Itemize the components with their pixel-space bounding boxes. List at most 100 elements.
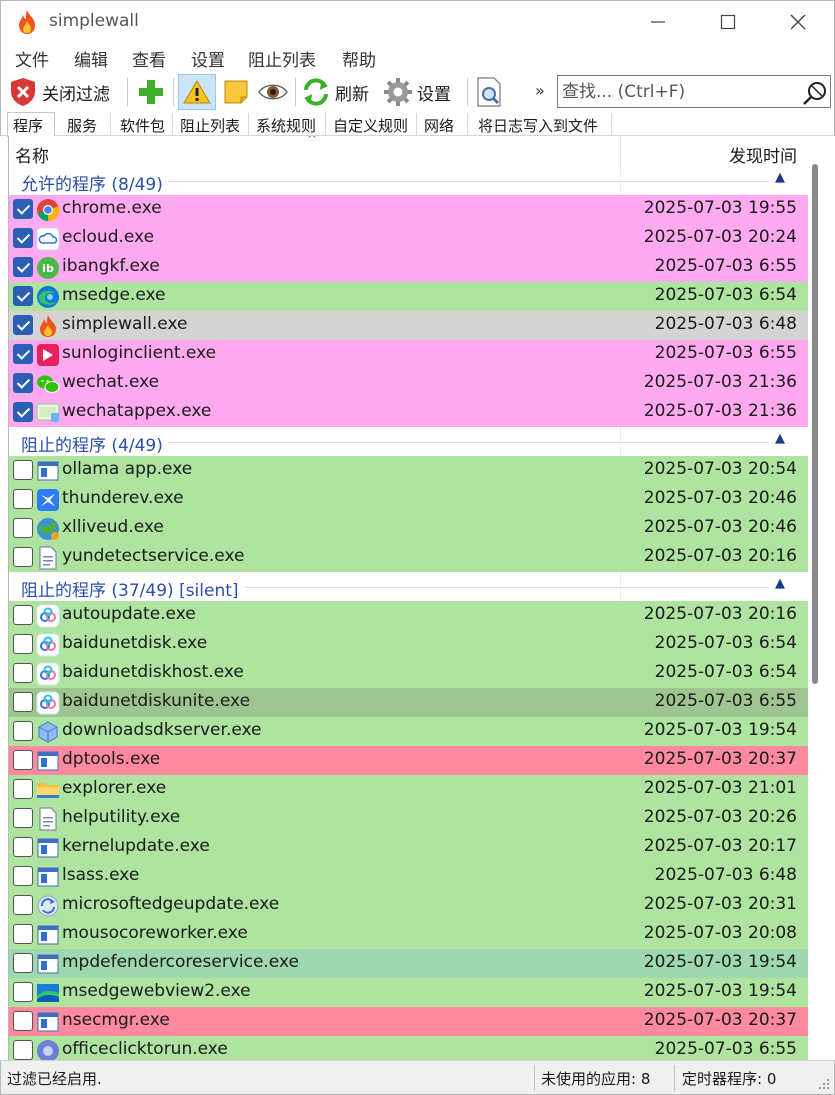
program-checkbox[interactable] bbox=[13, 692, 33, 712]
collapse-chevron-icon[interactable]: ▲ bbox=[775, 170, 785, 185]
program-row[interactable]: sunloginclient.exe 2025-07-03 6:55 bbox=[9, 340, 809, 369]
program-checkbox[interactable] bbox=[13, 547, 33, 567]
program-row[interactable]: chrome.exe 2025-07-03 19:55 bbox=[9, 195, 809, 224]
tab-blocklist[interactable]: 阻止列表 bbox=[174, 113, 249, 136]
program-row[interactable]: ib ibangkf.exe 2025-07-03 6:55 bbox=[9, 253, 809, 282]
program-row[interactable]: explorer.exe 2025-07-03 21:01 bbox=[9, 775, 809, 804]
view-button[interactable] bbox=[255, 74, 291, 110]
program-row[interactable]: baidunetdisk.exe 2025-07-03 6:54 bbox=[9, 630, 809, 659]
menu-settings[interactable]: 设置 bbox=[191, 46, 225, 71]
maximize-button[interactable] bbox=[693, 1, 763, 43]
program-row[interactable]: helputility.exe 2025-07-03 20:26 bbox=[9, 804, 809, 833]
app-window-icon bbox=[37, 954, 59, 974]
program-row[interactable]: simplewall.exe 2025-07-03 6:48 bbox=[9, 311, 809, 340]
group-header[interactable]: 阻止的程序 (37/49) [silent] ▲ bbox=[9, 572, 809, 601]
program-row[interactable]: msedgewebview2.exe 2025-07-03 19:54 bbox=[9, 978, 809, 1007]
program-checkbox[interactable] bbox=[13, 982, 33, 1002]
menu-blocklist[interactable]: 阻止列表 bbox=[248, 46, 316, 71]
column-time-header[interactable]: 发现时间 bbox=[729, 142, 797, 167]
tab-services[interactable]: 服务 bbox=[59, 113, 111, 136]
add-rule-button[interactable] bbox=[134, 74, 168, 110]
refresh-button[interactable]: 刷新 bbox=[301, 74, 369, 110]
program-row[interactable]: microsoftedgeupdate.exe 2025-07-03 20:31 bbox=[9, 891, 809, 920]
program-row[interactable]: baidunetdiskunite.exe 2025-07-03 6:55 bbox=[9, 688, 809, 717]
log-viewer-button[interactable] bbox=[473, 74, 505, 110]
program-row[interactable]: kernelupdate.exe 2025-07-03 20:17 bbox=[9, 833, 809, 862]
program-row[interactable]: msedge.exe 2025-07-03 6:54 bbox=[9, 282, 809, 311]
program-row[interactable]: ollama app.exe 2025-07-03 20:54 bbox=[9, 456, 809, 485]
menu-edit[interactable]: 编辑 bbox=[74, 46, 108, 71]
program-checkbox[interactable] bbox=[13, 1011, 33, 1031]
close-button[interactable] bbox=[763, 1, 833, 43]
program-checkbox[interactable] bbox=[13, 866, 33, 886]
program-checkbox[interactable] bbox=[13, 489, 33, 509]
collapse-chevron-icon[interactable]: ▲ bbox=[775, 576, 785, 591]
program-checkbox[interactable] bbox=[13, 402, 33, 422]
disable-filters-button[interactable]: 关闭过滤 bbox=[9, 74, 110, 110]
program-row[interactable]: dptools.exe 2025-07-03 20:37 bbox=[9, 746, 809, 775]
program-checkbox[interactable] bbox=[13, 750, 33, 770]
group-header[interactable]: 允许的程序 (8/49) ▲ bbox=[9, 166, 809, 195]
program-row[interactable]: downloadsdkserver.exe 2025-07-03 19:54 bbox=[9, 717, 809, 746]
program-checkbox[interactable] bbox=[13, 344, 33, 364]
tab-system-rules[interactable]: 系统规则 bbox=[250, 113, 326, 136]
search-icon[interactable] bbox=[802, 80, 828, 106]
program-row[interactable]: wechat.exe 2025-07-03 21:36 bbox=[9, 369, 809, 398]
program-checkbox[interactable] bbox=[13, 808, 33, 828]
program-row[interactable]: wechatappex.exe 2025-07-03 21:36 bbox=[9, 398, 809, 427]
column-name-header[interactable]: 名称 bbox=[15, 142, 49, 167]
program-checkbox[interactable] bbox=[13, 721, 33, 741]
program-checkbox[interactable] bbox=[13, 663, 33, 683]
program-row[interactable]: yundetectservice.exe 2025-07-03 20:16 bbox=[9, 543, 809, 572]
notifications-button[interactable] bbox=[178, 74, 216, 110]
minimize-button[interactable] bbox=[623, 1, 693, 43]
menu-help[interactable]: 帮助 bbox=[342, 46, 376, 71]
program-checkbox[interactable] bbox=[13, 228, 33, 248]
program-checkbox[interactable] bbox=[13, 924, 33, 944]
program-row[interactable]: baidunetdiskhost.exe 2025-07-03 6:54 bbox=[9, 659, 809, 688]
program-row[interactable]: nsecmgr.exe 2025-07-03 20:37 bbox=[9, 1007, 809, 1036]
program-checkbox[interactable] bbox=[13, 634, 33, 654]
log-button[interactable] bbox=[219, 74, 253, 110]
program-checkbox[interactable] bbox=[13, 460, 33, 480]
scrollbar-thumb[interactable] bbox=[812, 164, 818, 684]
program-row[interactable]: mousocoreworker.exe 2025-07-03 20:08 bbox=[9, 920, 809, 949]
program-row[interactable]: lsass.exe 2025-07-03 6:48 bbox=[9, 862, 809, 891]
settings-button[interactable]: 设置 bbox=[383, 74, 451, 110]
menu-view[interactable]: 查看 bbox=[132, 46, 166, 71]
tab-network[interactable]: 网络 bbox=[418, 113, 468, 136]
program-checkbox[interactable] bbox=[13, 605, 33, 625]
svg-text:ib: ib bbox=[42, 262, 54, 275]
search-input[interactable] bbox=[562, 79, 794, 104]
program-name: downloadsdkserver.exe bbox=[62, 720, 262, 740]
discovery-time: 2025-07-03 6:55 bbox=[654, 1039, 797, 1059]
tab-packages[interactable]: 软件包 bbox=[113, 113, 173, 136]
program-checkbox[interactable] bbox=[13, 518, 33, 538]
tab-programs[interactable]: 程序 bbox=[7, 112, 55, 137]
program-checkbox[interactable] bbox=[13, 779, 33, 799]
program-row[interactable]: mpdefendercoreservice.exe 2025-07-03 19:5… bbox=[9, 949, 809, 978]
program-checkbox[interactable] bbox=[13, 953, 33, 973]
collapse-chevron-icon[interactable]: ▲ bbox=[775, 431, 785, 446]
program-checkbox[interactable] bbox=[13, 1040, 33, 1060]
program-checkbox[interactable] bbox=[13, 373, 33, 393]
column-divider[interactable] bbox=[620, 136, 621, 166]
tab-write-log[interactable]: 将日志写入到文件 bbox=[472, 113, 612, 136]
program-checkbox[interactable] bbox=[13, 257, 33, 277]
group-header[interactable]: 阻止的程序 (4/49) ▲ bbox=[9, 427, 809, 456]
program-row[interactable]: ecloud.exe 2025-07-03 20:24 bbox=[9, 224, 809, 253]
program-row[interactable]: thunderev.exe 2025-07-03 20:46 bbox=[9, 485, 809, 514]
resize-grip-icon[interactable] bbox=[818, 1078, 830, 1090]
program-row[interactable]: xlliveud.exe 2025-07-03 20:46 bbox=[9, 514, 809, 543]
toolbar-overflow-button[interactable]: » bbox=[535, 72, 545, 108]
menu-file[interactable]: 文件 bbox=[15, 46, 49, 71]
program-checkbox[interactable] bbox=[13, 837, 33, 857]
program-checkbox[interactable] bbox=[13, 895, 33, 915]
program-checkbox[interactable] bbox=[13, 315, 33, 335]
program-row[interactable]: officeclicktorun.exe 2025-07-03 6:55 bbox=[9, 1036, 809, 1060]
program-row[interactable]: autoupdate.exe 2025-07-03 20:16 bbox=[9, 601, 809, 630]
program-checkbox[interactable] bbox=[13, 199, 33, 219]
tab-custom-rules[interactable]: 自定义规则 bbox=[327, 113, 417, 136]
program-checkbox[interactable] bbox=[13, 286, 33, 306]
vertical-scrollbar[interactable] bbox=[808, 136, 828, 1060]
